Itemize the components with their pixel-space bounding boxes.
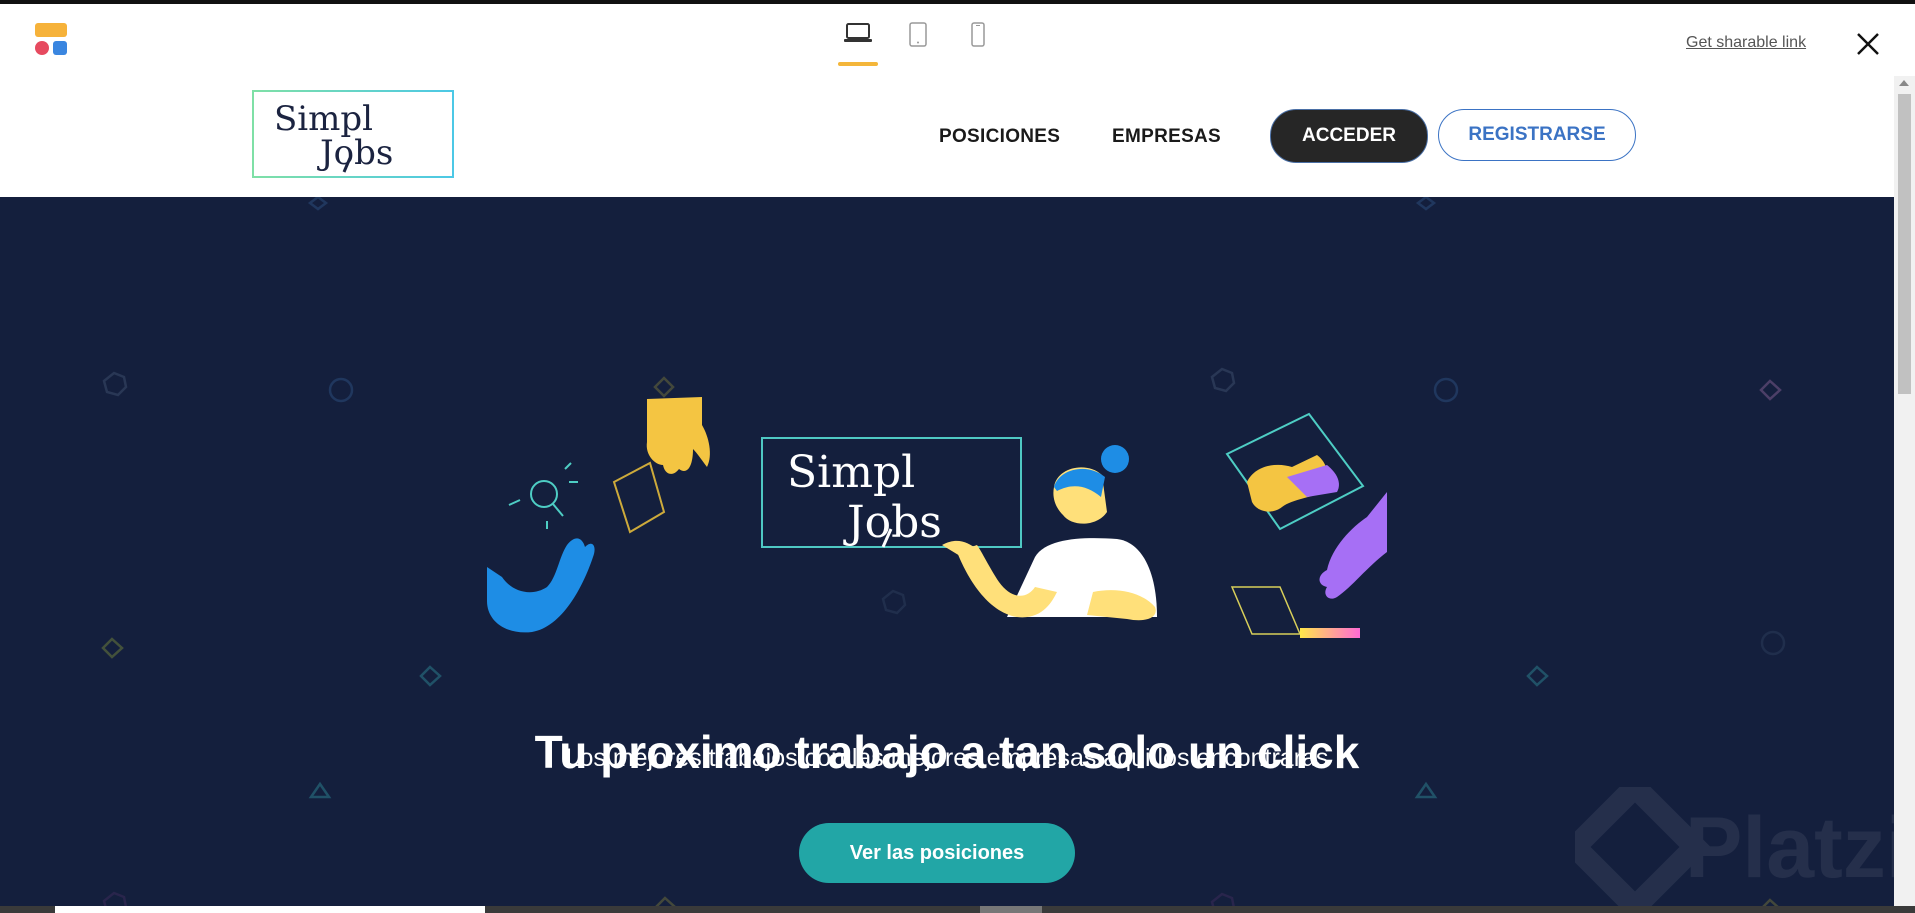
preview-viewport: Simpl Jobs POSICIONES EMPRESAS ACCEDER R… bbox=[0, 76, 1894, 906]
svg-text:Simpl: Simpl bbox=[787, 447, 915, 498]
svg-text:Jobs: Jobs bbox=[843, 497, 942, 548]
purple-hand-shape bbox=[1319, 492, 1387, 599]
scroll-up-arrow-icon[interactable] bbox=[1899, 80, 1909, 86]
preview-toolbar: Get sharable link bbox=[0, 4, 1915, 77]
desktop-view-button[interactable] bbox=[836, 22, 880, 66]
tablet-icon bbox=[909, 22, 927, 47]
svg-text:Jobs: Jobs bbox=[317, 133, 393, 173]
site-logo[interactable]: Simpl Jobs bbox=[252, 90, 454, 178]
hero-illustration: Simpl Jobs bbox=[487, 397, 1387, 638]
tablet-view-button[interactable] bbox=[896, 22, 940, 66]
scrollbar-thumb[interactable] bbox=[1898, 94, 1911, 394]
mobile-view-button[interactable] bbox=[956, 22, 1000, 66]
nav-positions[interactable]: POSICIONES bbox=[939, 126, 1060, 148]
close-icon[interactable] bbox=[1854, 30, 1882, 58]
laptop-icon bbox=[844, 23, 872, 42]
yellow-hand-shape bbox=[646, 397, 710, 474]
svg-text:Platzi: Platzi bbox=[1685, 800, 1894, 896]
view-positions-button[interactable]: Ver las posiciones bbox=[799, 823, 1075, 883]
register-button[interactable]: REGISTRARSE bbox=[1438, 109, 1636, 161]
page-scrollbar[interactable] bbox=[1894, 76, 1915, 906]
platzi-watermark: Platzi bbox=[1575, 787, 1894, 906]
app-logo-icon bbox=[35, 23, 67, 55]
magnifier-icon bbox=[508, 462, 578, 529]
login-button[interactable]: ACCEDER bbox=[1270, 109, 1428, 163]
bottom-strip bbox=[0, 906, 1915, 913]
site-header: Simpl Jobs POSICIONES EMPRESAS ACCEDER R… bbox=[0, 76, 1894, 197]
phone-icon bbox=[971, 22, 985, 47]
blue-hand-shape bbox=[487, 538, 595, 633]
hero-subtitle: Los mejores trabajos con las mejores emp… bbox=[565, 744, 1329, 772]
get-sharable-link[interactable]: Get sharable link bbox=[1686, 34, 1806, 52]
nav-companies[interactable]: EMPRESAS bbox=[1112, 126, 1221, 148]
hero-section: Simpl Jobs Platzi Tu proximo trabajo a t… bbox=[0, 197, 1894, 906]
simpljobs-logo-graphic: Simpl Jobs bbox=[274, 99, 393, 173]
